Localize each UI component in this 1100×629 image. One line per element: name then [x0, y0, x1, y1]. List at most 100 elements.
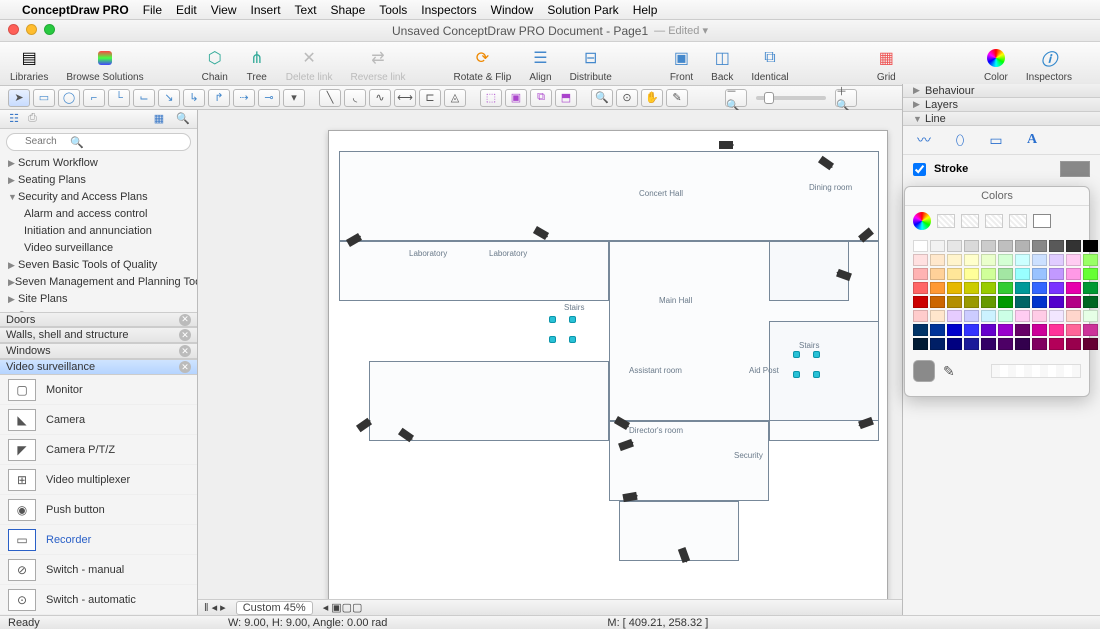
selected-handle[interactable]: [549, 336, 556, 343]
tree-item[interactable]: Seven Basic Tools of Quality: [0, 257, 197, 274]
library-search-input[interactable]: [6, 133, 191, 151]
color-swatch[interactable]: [998, 310, 1013, 322]
color-swatch[interactable]: [1083, 338, 1098, 350]
color-swatch[interactable]: [981, 324, 996, 336]
color-palette-1-icon[interactable]: [937, 214, 955, 228]
dimension-tool[interactable]: ⟷: [394, 89, 416, 107]
menu-solution-park[interactable]: Solution Park: [547, 3, 618, 17]
shape-item[interactable]: ◉Push button: [0, 495, 197, 525]
panel-view-tree[interactable]: ☷: [4, 111, 24, 127]
color-swatch[interactable]: [1049, 310, 1064, 322]
fit-canvas[interactable]: ⊙: [616, 89, 638, 107]
line-text-tab[interactable]: A: [1019, 130, 1045, 150]
color-swatch[interactable]: [1083, 310, 1098, 322]
menu-edit[interactable]: Edit: [176, 3, 197, 17]
app-name[interactable]: ConceptDraw PRO: [22, 3, 129, 17]
color-wheel-picker-icon[interactable]: [913, 212, 931, 230]
color-swatch[interactable]: [1049, 282, 1064, 294]
color-palette-3-icon[interactable]: [985, 214, 1003, 228]
color-swatch[interactable]: [1015, 254, 1030, 266]
tree-item[interactable]: Seven Management and Planning Tools: [0, 274, 197, 291]
color-swatch[interactable]: [981, 268, 996, 280]
color-swatch[interactable]: [1032, 296, 1047, 308]
canvas-area[interactable]: Concert Hall Dining room Laboratory Labo…: [198, 110, 902, 615]
color-palette-5-icon[interactable]: [1033, 214, 1051, 228]
color-swatch[interactable]: [1066, 324, 1081, 336]
zoom-slider[interactable]: [756, 96, 826, 100]
library-header[interactable]: Doors✕: [0, 312, 197, 328]
color-swatch[interactable]: [1066, 254, 1081, 266]
connector-tool-7[interactable]: ⇢: [233, 89, 255, 107]
color-swatch[interactable]: [1049, 324, 1064, 336]
color-swatch[interactable]: [913, 254, 928, 266]
inspectors-info-icon[interactable]: ⓘ: [1038, 47, 1060, 69]
color-swatch[interactable]: [998, 240, 1013, 252]
color-swatch[interactable]: [981, 240, 996, 252]
color-swatch[interactable]: [930, 268, 945, 280]
selected-handle[interactable]: [569, 336, 576, 343]
zoom-level[interactable]: Custom 45%: [236, 601, 313, 615]
inspector-section-layers[interactable]: ▶Layers: [903, 98, 1100, 112]
tree-item[interactable]: Seating Plans: [0, 172, 197, 189]
color-swatch[interactable]: [1083, 296, 1098, 308]
color-swatch[interactable]: [981, 310, 996, 322]
color-swatch[interactable]: [947, 324, 962, 336]
page-tabs[interactable]: ◂ ▣▢▢: [323, 601, 363, 614]
selected-handle[interactable]: [549, 316, 556, 323]
color-wheel-icon[interactable]: [985, 47, 1007, 69]
select-tool-2[interactable]: ▣: [505, 89, 527, 107]
select-tool-4[interactable]: ⬒: [555, 89, 577, 107]
grid-toggle-icon[interactable]: ▦: [875, 47, 897, 69]
color-swatch[interactable]: [998, 296, 1013, 308]
color-swatch[interactable]: [1066, 310, 1081, 322]
shape-item[interactable]: ⊞Video multiplexer: [0, 465, 197, 495]
menu-text[interactable]: Text: [295, 3, 317, 17]
color-swatch[interactable]: [998, 254, 1013, 266]
line-tool[interactable]: ╲: [319, 89, 341, 107]
layers-dropdown[interactable]: ▾: [283, 89, 305, 107]
tree-item[interactable]: Security and Access Plans: [0, 189, 197, 206]
panel-search-toggle[interactable]: 🔍: [173, 111, 193, 127]
color-swatch[interactable]: [964, 254, 979, 266]
color-swatch[interactable]: [1083, 254, 1098, 266]
zoom-window-button[interactable]: [44, 24, 55, 35]
menu-file[interactable]: File: [143, 3, 162, 17]
front-icon[interactable]: ▣: [670, 47, 692, 69]
color-swatch[interactable]: [964, 268, 979, 280]
color-swatch[interactable]: [1032, 310, 1047, 322]
shape-item[interactable]: ▢Monitor: [0, 375, 197, 405]
close-library-icon[interactable]: ✕: [179, 329, 191, 341]
stroke-color-swatch[interactable]: [1060, 161, 1090, 177]
tree-subitem[interactable]: Video surveillance: [0, 240, 197, 257]
shape-item-selected[interactable]: ▭Recorder: [0, 525, 197, 555]
distribute-icon[interactable]: ⊟: [580, 47, 602, 69]
tree-subitem[interactable]: Alarm and access control: [0, 206, 197, 223]
selected-handle[interactable]: [569, 316, 576, 323]
browse-solutions-icon[interactable]: [98, 51, 112, 65]
connector-tool-2[interactable]: └: [108, 89, 130, 107]
color-swatch[interactable]: [1015, 268, 1030, 280]
color-swatch[interactable]: [947, 268, 962, 280]
color-swatch[interactable]: [913, 324, 928, 336]
zoom-in-button[interactable]: ＋🔍: [835, 89, 857, 107]
color-swatch[interactable]: [964, 310, 979, 322]
current-color-swatch[interactable]: [913, 360, 935, 382]
tree-subitem[interactable]: Initiation and annunciation: [0, 223, 197, 240]
color-swatch[interactable]: [1015, 296, 1030, 308]
pan-tool[interactable]: ✋: [641, 89, 663, 107]
color-swatch[interactable]: [1049, 268, 1064, 280]
color-swatch[interactable]: [930, 338, 945, 350]
color-swatch[interactable]: [947, 282, 962, 294]
scroll-left-icon[interactable]: ‖ ◂ ▸: [204, 601, 226, 614]
callout-tool[interactable]: ⊏: [419, 89, 441, 107]
menu-help[interactable]: Help: [633, 3, 658, 17]
menu-window[interactable]: Window: [491, 3, 534, 17]
panel-view-grid[interactable]: ▦: [149, 111, 169, 127]
color-swatch[interactable]: [1066, 296, 1081, 308]
stroke-checkbox[interactable]: [913, 163, 926, 176]
delete-link-icon[interactable]: ✕: [298, 47, 320, 69]
eyedropper-icon[interactable]: ✎: [943, 363, 955, 380]
color-swatch[interactable]: [964, 296, 979, 308]
rotate-flip-icon[interactable]: ⟳: [471, 47, 493, 69]
menu-inspectors[interactable]: Inspectors: [421, 3, 476, 17]
